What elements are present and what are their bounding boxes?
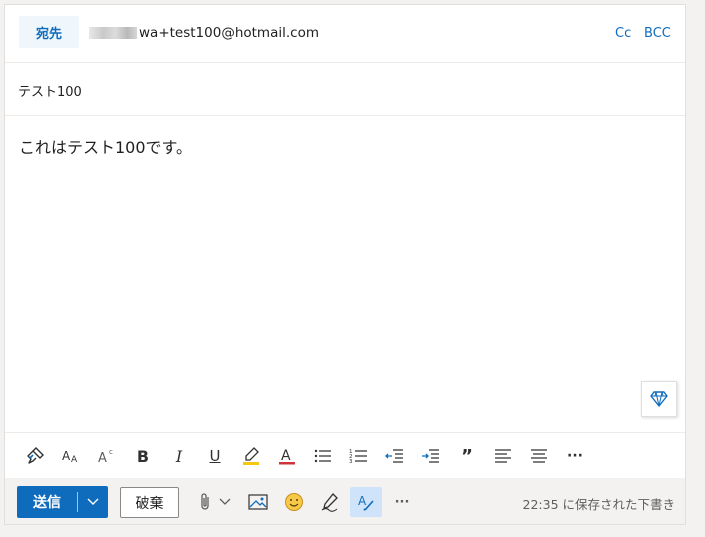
recipient-chip[interactable]: wa+test100@hotmail.com	[89, 25, 319, 41]
bold-icon[interactable]: B	[130, 443, 156, 469]
svg-text:c: c	[109, 448, 113, 456]
premium-diamond-button[interactable]	[641, 381, 677, 417]
svg-text:3: 3	[349, 459, 353, 465]
svg-text:A: A	[281, 448, 291, 464]
align-center-icon[interactable]	[526, 443, 552, 469]
emoji-icon[interactable]	[278, 487, 310, 517]
svg-text:A: A	[71, 455, 78, 465]
more-options-icon[interactable]: ···	[562, 443, 588, 469]
increase-indent-icon[interactable]	[418, 443, 444, 469]
format-toolbar: A A A c B I U A 1 2 3 ” ···	[5, 432, 685, 479]
send-button[interactable]: 送信	[17, 486, 108, 518]
quote-icon[interactable]: ”	[454, 443, 480, 469]
compose-pane: 宛先 wa+test100@hotmail.com Cc BCC テスト100 …	[4, 4, 686, 525]
align-left-icon[interactable]	[490, 443, 516, 469]
to-button[interactable]: 宛先	[19, 16, 79, 48]
attach-options-chevron-icon[interactable]	[212, 487, 238, 517]
action-bar: 送信 破棄 A ··· 22:35 に保存された下書き	[5, 478, 685, 524]
editor-icon[interactable]: A	[350, 487, 382, 517]
decrease-indent-icon[interactable]	[382, 443, 408, 469]
superscript-icon[interactable]: A c	[94, 443, 120, 469]
subject-row[interactable]: テスト100	[5, 62, 685, 116]
diamond-icon	[650, 391, 668, 407]
highlight-icon[interactable]	[238, 443, 264, 469]
numbering-icon[interactable]: 1 2 3	[346, 443, 372, 469]
more-actions-icon[interactable]: ···	[386, 487, 418, 517]
cc-button[interactable]: Cc	[615, 26, 631, 41]
draft-saved-status: 22:35 に保存された下書き	[522, 497, 676, 512]
insert-picture-icon[interactable]	[242, 487, 274, 517]
underline-icon[interactable]: U	[202, 443, 228, 469]
redacted-recipient-prefix	[89, 27, 137, 39]
signature-icon[interactable]	[314, 487, 346, 517]
bcc-button[interactable]: BCC	[644, 26, 671, 41]
font-size-icon[interactable]: A A	[58, 443, 84, 469]
subject-field[interactable]: テスト100	[18, 81, 82, 100]
send-options-chevron-icon[interactable]	[78, 498, 108, 506]
format-painter-icon[interactable]	[22, 443, 48, 469]
message-body[interactable]: これはテスト100です。	[19, 134, 192, 158]
to-row: 宛先 wa+test100@hotmail.com Cc BCC	[5, 5, 685, 63]
bullets-icon[interactable]	[310, 443, 336, 469]
svg-text:A: A	[62, 449, 71, 463]
italic-icon[interactable]: I	[166, 443, 192, 469]
send-label: 送信	[33, 495, 61, 511]
svg-text:A: A	[358, 494, 367, 508]
font-color-icon[interactable]: A	[274, 443, 300, 469]
svg-text:A: A	[98, 451, 107, 466]
discard-button[interactable]: 破棄	[120, 487, 179, 518]
recipient-address: wa+test100@hotmail.com	[139, 25, 319, 41]
